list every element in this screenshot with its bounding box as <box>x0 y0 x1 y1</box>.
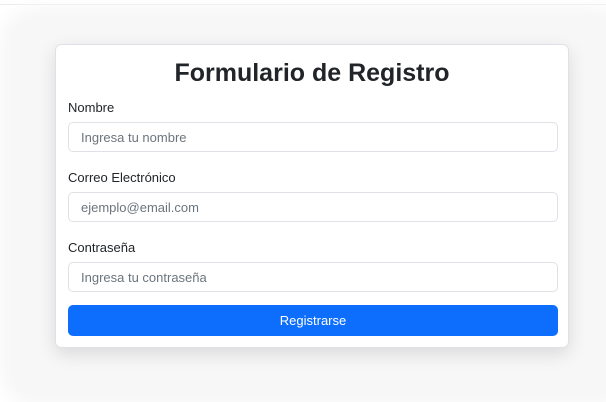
register-button[interactable]: Registrarse <box>68 305 558 336</box>
top-divider <box>0 0 606 5</box>
name-label: Nombre <box>68 100 115 115</box>
name-input[interactable] <box>68 122 558 152</box>
password-input[interactable] <box>68 262 558 292</box>
password-label: Contraseña <box>68 240 136 255</box>
email-input[interactable] <box>68 192 558 222</box>
form-title: Formulario de Registro <box>174 59 450 87</box>
registration-card: Formulario de Registro Nombre Correo Ele… <box>55 44 569 348</box>
email-label: Correo Electrónico <box>68 170 176 185</box>
